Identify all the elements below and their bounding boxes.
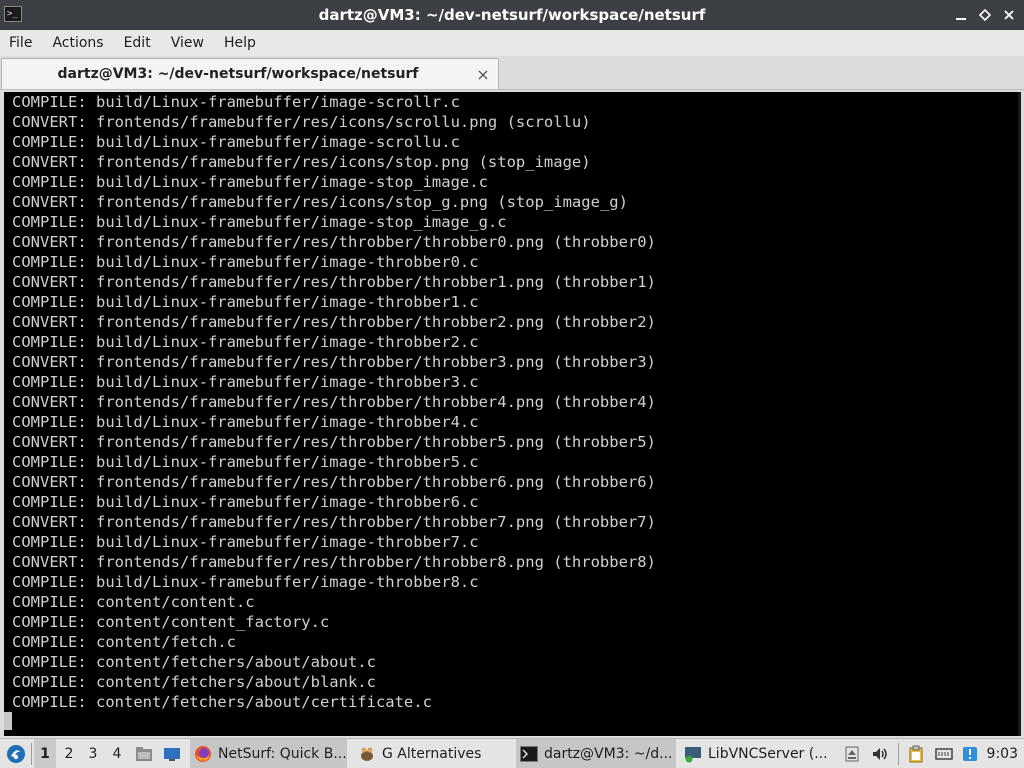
- minimize-icon[interactable]: [954, 8, 968, 22]
- clipboard-icon[interactable]: [906, 739, 926, 768]
- terminal-line: CONVERT: frontends/framebuffer/res/throb…: [12, 353, 656, 371]
- gnome-alternatives-icon: [361, 747, 373, 761]
- close-icon[interactable]: [1002, 8, 1016, 22]
- terminal-line: COMPILE: build/Linux-framebuffer/image-s…: [12, 173, 488, 191]
- eject-icon[interactable]: [842, 739, 862, 768]
- terminal-line: CONVERT: frontends/framebuffer/res/icons…: [12, 193, 628, 211]
- lubuntu-logo-icon: [7, 744, 25, 763]
- taskbar-separator: [898, 743, 899, 765]
- menu-file[interactable]: File: [0, 30, 43, 56]
- title-bar[interactable]: >_ dartz@VM3: ~/dev-netsurf/workspace/ne…: [0, 0, 1024, 30]
- terminal-line: CONVERT: frontends/framebuffer/res/throb…: [12, 233, 656, 251]
- volume-icon[interactable]: [870, 739, 890, 768]
- terminal-line: CONVERT: frontends/framebuffer/res/throb…: [12, 513, 656, 531]
- terminal-cursor: [4, 712, 12, 730]
- terminal-lines: COMPILE: build/Linux-framebuffer/image-s…: [12, 92, 656, 712]
- terminal-line: CONVERT: frontends/framebuffer/res/throb…: [12, 553, 656, 571]
- terminal-line: COMPILE: content/content_factory.c: [12, 613, 330, 631]
- terminal-line: COMPILE: build/Linux-framebuffer/image-t…: [12, 493, 479, 511]
- terminal-line: CONVERT: frontends/framebuffer/res/throb…: [12, 473, 656, 491]
- window-title: dartz@VM3: ~/dev-netsurf/workspace/netsu…: [318, 6, 706, 24]
- terminal-line: CONVERT: frontends/framebuffer/res/icons…: [12, 113, 591, 131]
- terminal-line: COMPILE: build/Linux-framebuffer/image-t…: [12, 453, 479, 471]
- terminal-line: COMPILE: build/Linux-framebuffer/image-t…: [12, 413, 479, 431]
- tab-label: dartz@VM3: ~/dev-netsurf/workspace/netsu…: [57, 66, 419, 82]
- workspace-3[interactable]: 3: [82, 739, 104, 768]
- task-label: G Alternatives: [382, 745, 482, 762]
- terminal-line: CONVERT: frontends/framebuffer/res/throb…: [12, 393, 656, 411]
- menu-actions[interactable]: Actions: [43, 30, 114, 56]
- task-libvncserver[interactable]: LibVNCServer (...: [680, 739, 836, 768]
- terminal-line: COMPILE: content/fetchers/about/blank.c: [12, 673, 376, 691]
- taskbar: 1 2 3 4 NetSurf: Quick B... G Alternativ…: [0, 738, 1024, 768]
- clock[interactable]: 9:03: [987, 739, 1018, 768]
- restore-icon[interactable]: [978, 8, 992, 22]
- window-controls: [954, 0, 1016, 30]
- menu-help[interactable]: Help: [215, 30, 267, 56]
- menu-bar: File Actions Edit View Help: [0, 30, 1024, 56]
- tab-bar: dartz@VM3: ~/dev-netsurf/workspace/netsu…: [0, 56, 1024, 90]
- terminal-line: COMPILE: build/Linux-framebuffer/image-t…: [12, 373, 479, 391]
- terminal-line: CONVERT: frontends/framebuffer/res/icons…: [12, 153, 591, 171]
- terminal-line: COMPILE: build/Linux-framebuffer/image-s…: [12, 93, 460, 111]
- show-desktop-icon[interactable]: [162, 739, 182, 768]
- terminal-line: COMPILE: content/fetchers/about/certific…: [12, 693, 432, 711]
- terminal-line: COMPILE: content/fetchers/about/about.c: [12, 653, 376, 671]
- terminal-line: COMPILE: content/content.c: [12, 593, 255, 611]
- taskbar-separator: [31, 743, 32, 765]
- terminal-line: COMPILE: content/fetch.c: [12, 633, 236, 651]
- menu-edit[interactable]: Edit: [115, 30, 162, 56]
- task-terminal[interactable]: dartz@VM3: ~/d...: [516, 739, 676, 768]
- start-menu-button[interactable]: [4, 739, 28, 768]
- terminal-output[interactable]: COMPILE: build/Linux-framebuffer/image-s…: [4, 92, 1021, 736]
- firefox-icon: [195, 745, 211, 762]
- tab-close-icon[interactable]: [476, 67, 490, 81]
- workspace-2[interactable]: 2: [58, 739, 80, 768]
- workspace-1[interactable]: 1: [34, 739, 56, 768]
- terminal-line: COMPILE: build/Linux-framebuffer/image-t…: [12, 533, 479, 551]
- file-manager-icon[interactable]: [134, 739, 154, 768]
- tab-terminal[interactable]: dartz@VM3: ~/dev-netsurf/workspace/netsu…: [1, 58, 499, 89]
- terminal-line: CONVERT: frontends/framebuffer/res/throb…: [12, 273, 656, 291]
- vnc-icon: [685, 746, 701, 762]
- terminal-line: COMPILE: build/Linux-framebuffer/image-t…: [12, 253, 479, 271]
- workspace-4[interactable]: 4: [106, 739, 128, 768]
- terminal-scrollbar[interactable]: [1018, 92, 1021, 736]
- menu-view[interactable]: View: [162, 30, 215, 56]
- task-label: LibVNCServer (...: [708, 745, 828, 762]
- terminal-line: CONVERT: frontends/framebuffer/res/throb…: [12, 313, 656, 331]
- terminal-line: COMPILE: build/Linux-framebuffer/image-t…: [12, 333, 479, 351]
- terminal-line: COMPILE: build/Linux-framebuffer/image-t…: [12, 573, 479, 591]
- task-netsurf[interactable]: NetSurf: Quick B...: [190, 739, 347, 768]
- task-label: NetSurf: Quick B...: [218, 745, 347, 762]
- task-label: dartz@VM3: ~/d...: [544, 745, 673, 762]
- terminal-icon: [520, 745, 538, 762]
- terminal-line: COMPILE: build/Linux-framebuffer/image-s…: [12, 133, 460, 151]
- task-alternatives[interactable]: G Alternatives: [354, 739, 514, 768]
- network-icon[interactable]: [934, 739, 954, 768]
- terminal-line: CONVERT: frontends/framebuffer/res/throb…: [12, 433, 656, 451]
- terminal-line: COMPILE: build/Linux-framebuffer/image-s…: [12, 213, 507, 231]
- terminal-line: COMPILE: build/Linux-framebuffer/image-t…: [12, 293, 479, 311]
- update-notifier-icon[interactable]: [960, 739, 980, 768]
